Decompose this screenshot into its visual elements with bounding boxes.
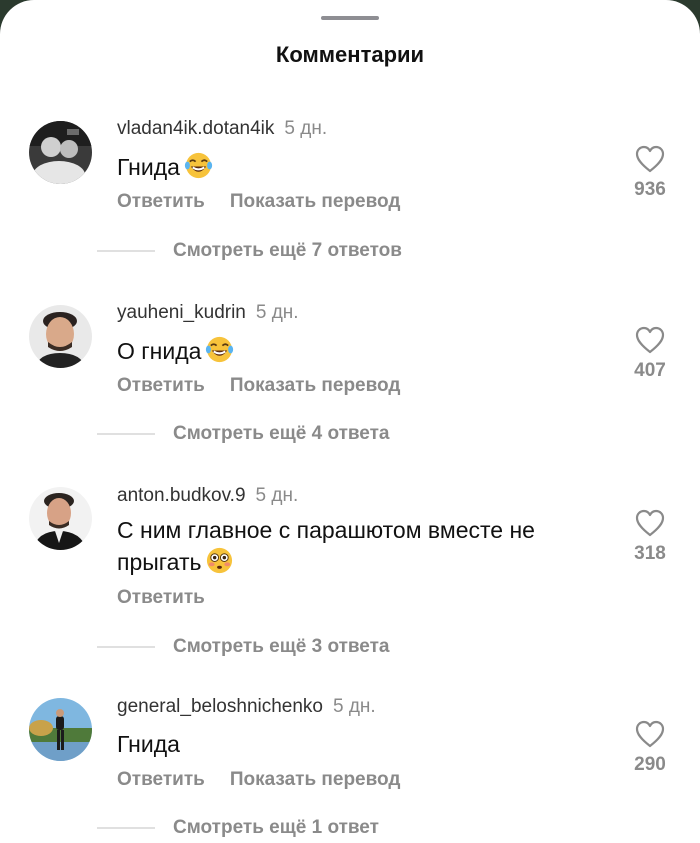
heart-icon[interactable] [635,509,665,537]
laughing-emoji-icon [205,335,234,372]
divider-line [97,249,155,252]
view-more-replies-label: Смотреть ещё 1 ответ [173,817,379,838]
comment-actions: Ответить Показать перевод [117,769,400,791]
avatar[interactable] [29,487,92,550]
comment-text: О гнида [117,335,597,372]
show-translation-button[interactable]: Показать перевод [230,191,401,212]
heart-icon[interactable] [635,326,665,354]
comment-item: general_beloshnichenko 5 дн. Гнида Ответи… [0,696,700,843]
comment-text: С ним главное с парашютом вместе не прыг… [117,515,597,583]
comment-text-content: Гнида [117,731,180,757]
comment-text-content: прыгать [117,549,202,575]
sheet-grabber-handle[interactable] [321,16,379,20]
username[interactable]: vladan4ik.dotan4ik [117,118,274,139]
comment-text-line: прыгать [117,546,597,583]
comment-actions: Ответить [117,587,205,609]
timestamp: 5 дн. [284,118,328,139]
comment-text: Гнида [117,729,597,760]
timestamp: 5 дн. [255,302,299,323]
view-more-replies-label: Смотреть ещё 3 ответа [173,636,390,657]
reply-button[interactable]: Ответить [117,191,205,212]
page-title: Комментарии [275,42,425,67]
view-more-replies-button[interactable]: Смотреть ещё 1 ответ [97,817,379,839]
comment-actions: Ответить Показать перевод [117,191,400,213]
like-count: 290 [634,754,666,775]
like-count: 407 [634,360,666,381]
username[interactable]: general_beloshnichenko [117,696,323,717]
comment-text-content: О гнида [117,338,202,364]
comment-meta: anton.budkov.9 5 дн. [117,485,298,507]
avatar[interactable] [29,698,92,761]
view-more-replies-button[interactable]: Смотреть ещё 4 ответа [97,423,390,445]
comment-meta: vladan4ik.dotan4ik 5 дн. [117,118,327,140]
view-more-replies-button[interactable]: Смотреть ещё 7 ответов [97,240,402,262]
view-more-replies-label: Смотреть ещё 7 ответов [173,240,402,261]
heart-icon[interactable] [635,720,665,748]
username[interactable]: yauheni_kudrin [117,302,246,323]
timestamp: 5 дн. [333,696,376,717]
comment-meta: general_beloshnichenko 5 дн. [117,696,376,718]
divider-line [97,645,155,648]
comment-meta: yauheni_kudrin 5 дн. [117,302,299,324]
username[interactable]: anton.budkov.9 [117,485,246,506]
divider-line [97,432,155,435]
comment-item: yauheni_kudrin 5 дн. О гнида Ответить Пока… [0,302,700,482]
heart-icon[interactable] [635,145,665,173]
like-count: 936 [634,179,666,200]
reply-button[interactable]: Ответить [117,587,205,608]
like-count: 318 [634,543,666,564]
show-translation-button[interactable]: Показать перевод [230,375,401,396]
flushed-emoji-icon [205,546,234,583]
view-more-replies-button[interactable]: Смотреть ещё 3 ответа [97,636,390,658]
divider-line [97,826,155,829]
avatar[interactable] [29,121,92,184]
show-translation-button[interactable]: Показать перевод [230,769,401,790]
like-control: 290 [624,720,676,776]
like-control: 407 [624,326,676,382]
laughing-emoji-icon [184,151,213,188]
reply-button[interactable]: Ответить [117,769,205,790]
comment-text: Гнида [117,151,597,188]
comment-text-line: С ним главное с парашютом вместе не [117,517,535,543]
reply-button[interactable]: Ответить [117,375,205,396]
comments-sheet: Комментарии vladan4ik.dotan4ik 5 дн. Гнид… [0,0,700,843]
comment-actions: Ответить Показать перевод [117,375,400,397]
like-control: 318 [624,509,676,565]
comment-item: anton.budkov.9 5 дн. С ним главное с пара… [0,485,700,665]
view-more-replies-label: Смотреть ещё 4 ответа [173,423,390,444]
timestamp: 5 дн. [255,485,299,506]
comment-item: vladan4ik.dotan4ik 5 дн. Гнида Ответить По… [0,118,700,298]
avatar[interactable] [29,305,92,368]
comment-text-content: Гнида [117,154,180,180]
like-control: 936 [624,145,676,201]
